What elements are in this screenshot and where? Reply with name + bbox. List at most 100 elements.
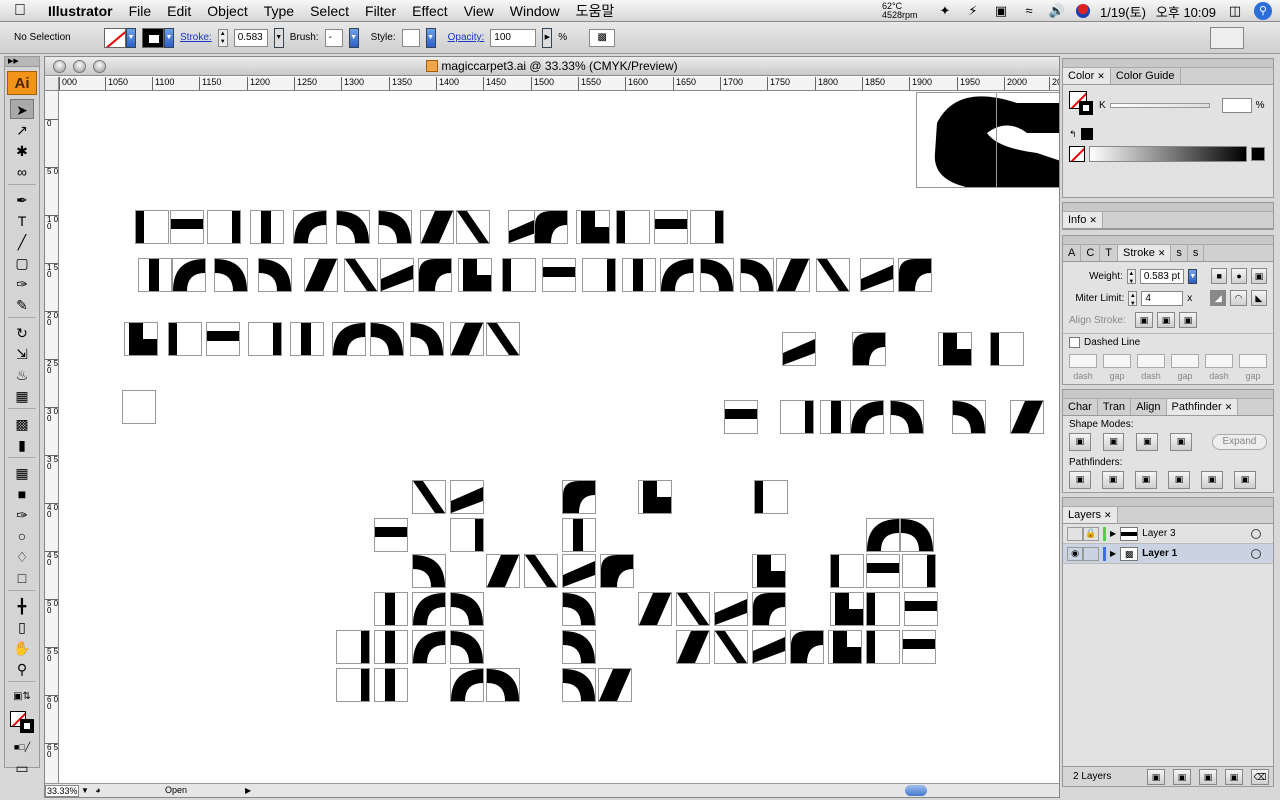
- lock-toggle[interactable]: [1083, 546, 1099, 561]
- artwork-tile[interactable]: [206, 322, 240, 356]
- tab-appearance[interactable]: A: [1063, 245, 1082, 261]
- artwork-tile[interactable]: [168, 322, 202, 356]
- document-titlebar[interactable]: magiccarpet3.ai @ 33.33% (CMYK/Preview): [45, 57, 1059, 76]
- rectangle-icon[interactable]: ▢: [10, 253, 34, 273]
- version-cue-icon[interactable]: ◕: [91, 784, 105, 797]
- menu-app-name[interactable]: Illustrator: [40, 0, 121, 22]
- artboard-canvas[interactable]: [60, 92, 1059, 783]
- chevron-down-icon[interactable]: ▼: [1188, 268, 1198, 284]
- tab-stroke[interactable]: Stroke ✕: [1118, 245, 1172, 261]
- close-icon[interactable]: ✕: [1104, 510, 1112, 520]
- artwork-tile[interactable]: [860, 258, 894, 292]
- lock-icon[interactable]: 🔒: [1083, 526, 1099, 541]
- panel-grip[interactable]: [1063, 498, 1273, 507]
- artwork-tile[interactable]: [600, 554, 634, 588]
- artwork-tile[interactable]: [450, 668, 484, 702]
- eye-icon[interactable]: ◉: [1067, 546, 1083, 561]
- clipping-mask-icon[interactable]: ▣: [1173, 768, 1191, 785]
- input-source-flag-icon[interactable]: [1076, 4, 1090, 18]
- artwork-tile[interactable]: [374, 630, 408, 664]
- slice-icon[interactable]: ╋: [10, 596, 34, 616]
- artwork-tile[interactable]: [502, 258, 536, 292]
- close-icon[interactable]: ✕: [1225, 402, 1233, 412]
- artwork-tile[interactable]: [412, 592, 446, 626]
- artwork-tile[interactable]: [676, 592, 710, 626]
- tab-layers[interactable]: Layers ✕: [1063, 507, 1118, 523]
- artwork-tile[interactable]: [724, 400, 758, 434]
- artwork-tile[interactable]: [714, 592, 748, 626]
- spotlight-search-icon[interactable]: ⚲: [1254, 2, 1272, 20]
- outline-icon[interactable]: ▣: [1201, 471, 1223, 489]
- menubar-time[interactable]: 오후 10:09: [1156, 2, 1216, 21]
- artwork-tile[interactable]: [456, 210, 490, 244]
- artwork-tile[interactable]: [370, 322, 404, 356]
- artwork-tile[interactable]: [344, 258, 378, 292]
- artwork-tile[interactable]: [990, 332, 1024, 366]
- default-colors-icon[interactable]: ▣⇅: [10, 687, 34, 707]
- artwork-tile[interactable]: [866, 554, 900, 588]
- artwork-tile[interactable]: [830, 554, 864, 588]
- status-text[interactable]: Open: [165, 784, 245, 797]
- layer-row[interactable]: 🔒 ▶ Layer 3: [1063, 524, 1273, 544]
- scroll-thumb[interactable]: [905, 785, 927, 796]
- artwork-tile[interactable]: [622, 258, 656, 292]
- chevron-down-icon[interactable]: ▼: [126, 27, 136, 48]
- artwork-tile[interactable]: [904, 592, 938, 626]
- artwork-tile[interactable]: [828, 630, 862, 664]
- artwork-tile[interactable]: [170, 210, 204, 244]
- menu-object[interactable]: Object: [199, 0, 255, 22]
- panel-grip[interactable]: [1063, 203, 1273, 212]
- locate-object-icon[interactable]: ▣: [1147, 768, 1165, 785]
- artwork-tile[interactable]: [214, 258, 248, 292]
- artwork-large-s[interactable]: [916, 92, 1059, 188]
- dash-input-3[interactable]: [1205, 354, 1233, 368]
- layer-name[interactable]: Layer 1: [1142, 548, 1251, 559]
- tab-transform[interactable]: Tran: [1098, 399, 1132, 415]
- artwork-tile[interactable]: [562, 630, 596, 664]
- artwork-tile[interactable]: [172, 258, 206, 292]
- selection-icon[interactable]: ➤: [10, 99, 34, 119]
- dashed-line-checkbox[interactable]: [1069, 337, 1080, 348]
- miter-stepper[interactable]: ▲ ▼: [1128, 290, 1138, 307]
- live-paint-selection-icon[interactable]: □: [10, 568, 34, 588]
- artwork-tile[interactable]: [562, 668, 596, 702]
- artwork-tile[interactable]: [336, 210, 370, 244]
- artwork-tile[interactable]: [582, 258, 616, 292]
- artwork-tile[interactable]: [332, 322, 366, 356]
- zoom-icon[interactable]: ⚲: [10, 659, 34, 679]
- artwork-tile[interactable]: [616, 210, 650, 244]
- stroke-swatch-dropdown[interactable]: ▼: [142, 27, 174, 48]
- fill-swatch[interactable]: [104, 27, 126, 48]
- close-icon[interactable]: ✕: [1097, 71, 1105, 81]
- panel-grip[interactable]: [1063, 59, 1273, 68]
- direct-selection-icon[interactable]: ↗: [10, 120, 34, 140]
- artwork-tile[interactable]: [690, 210, 724, 244]
- battery-icon[interactable]: ◫: [1226, 4, 1244, 18]
- artwork-tile[interactable]: [450, 322, 484, 356]
- eyedropper-icon[interactable]: ✑: [10, 505, 34, 525]
- chevron-right-icon[interactable]: ▶: [542, 27, 553, 48]
- menu-file[interactable]: File: [121, 0, 160, 22]
- stroke-stepper[interactable]: ▲ ▼: [217, 28, 228, 47]
- pen-icon[interactable]: ✒: [10, 190, 34, 210]
- symbol-sprayer-icon[interactable]: ▩: [10, 414, 34, 434]
- divide-icon[interactable]: ▣: [1069, 471, 1091, 489]
- close-icon[interactable]: ✕: [1089, 215, 1097, 225]
- tab-character[interactable]: Char: [1063, 399, 1098, 415]
- artwork-tile[interactable]: [450, 480, 484, 514]
- gap-input-3[interactable]: [1239, 354, 1267, 368]
- artwork-tile[interactable]: [562, 592, 596, 626]
- menu-view[interactable]: View: [456, 0, 502, 22]
- artwork-tile[interactable]: [258, 258, 292, 292]
- artwork-tile[interactable]: [450, 592, 484, 626]
- hand-icon[interactable]: ✋: [10, 638, 34, 658]
- tab-pathfinder[interactable]: Pathfinder ✕: [1166, 399, 1239, 415]
- tab-swatches[interactable]: s: [1171, 245, 1188, 261]
- artwork-tile[interactable]: [780, 400, 814, 434]
- k-slider[interactable]: [1109, 102, 1210, 108]
- zoom-window-button[interactable]: [93, 60, 106, 73]
- lasso-icon[interactable]: ∞: [10, 162, 34, 182]
- layer-row-selected[interactable]: ◉ ▶ ▩ Layer 1: [1063, 544, 1273, 564]
- artwork-tile[interactable]: [450, 630, 484, 664]
- target-icon[interactable]: [1251, 548, 1261, 559]
